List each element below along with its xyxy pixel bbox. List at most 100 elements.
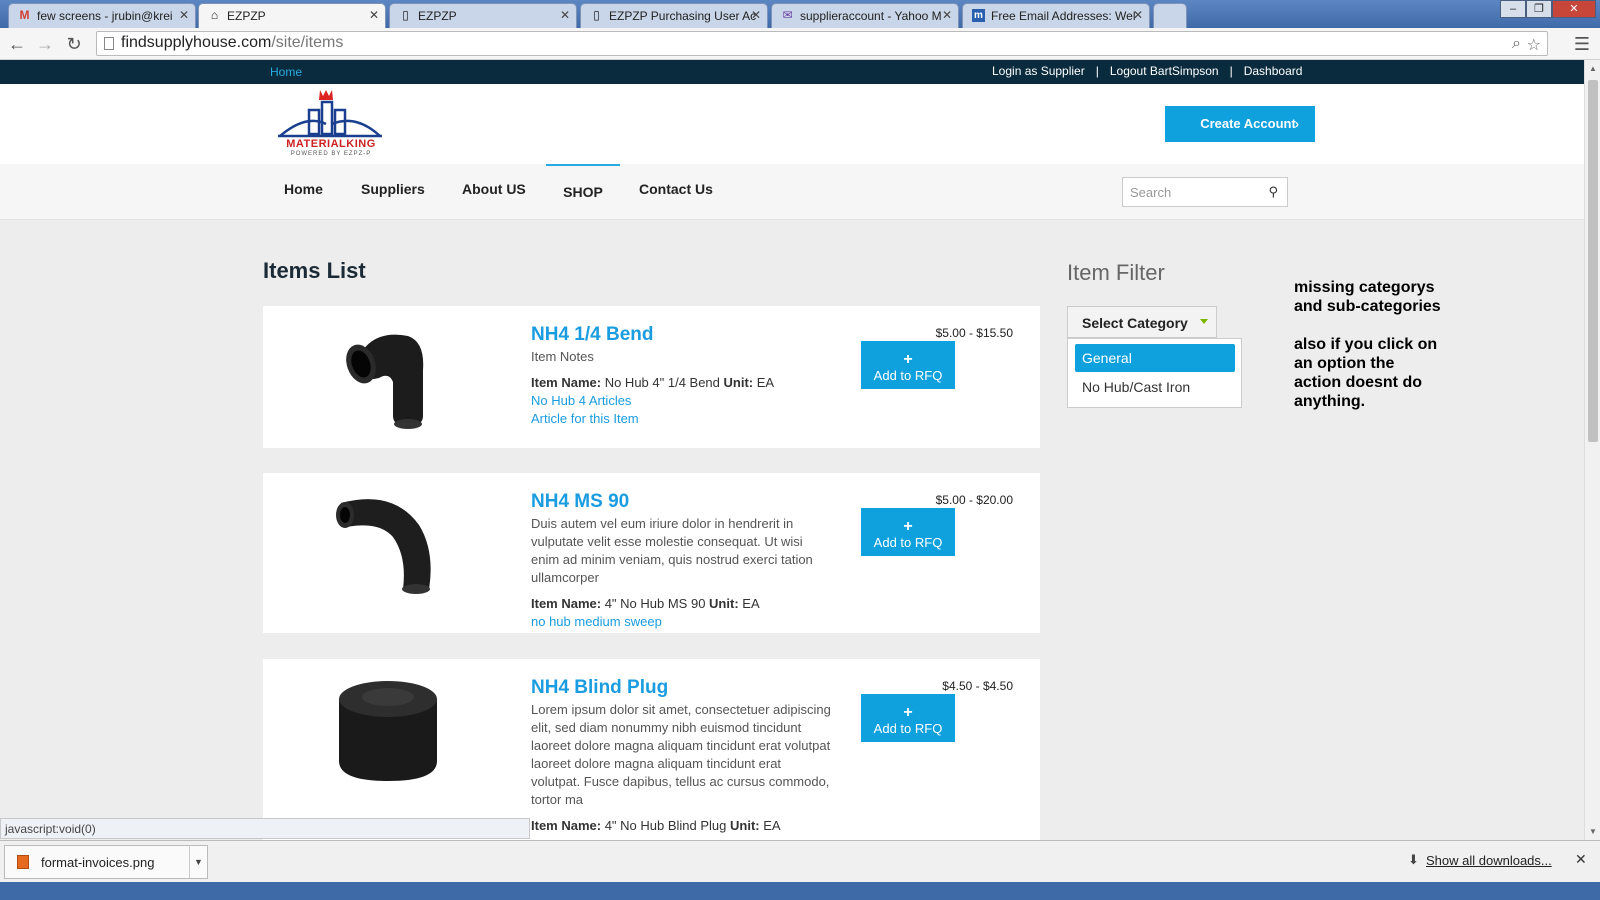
plus-icon: + (903, 704, 913, 721)
back-arrow-icon[interactable]: ← (6, 33, 28, 55)
item-title[interactable]: NH4 1/4 Bend (531, 324, 831, 346)
browser-menu-icon[interactable]: ☰ (1574, 34, 1590, 55)
product-image[interactable] (323, 320, 453, 438)
site-top-bar: Home Login as Supplier | Logout BartSimp… (0, 60, 1584, 84)
unit-value: EA (763, 818, 781, 833)
site-header: MATERIALKING POWERED BY EZPZ-P Create Ac… (0, 84, 1584, 164)
logout-link[interactable]: Logout BartSimpson (1110, 64, 1219, 78)
address-bar[interactable]: findsupplyhouse.com/site/items ⌕ ☆ (96, 31, 1548, 56)
download-arrow-icon: ⬇ (1408, 852, 1419, 867)
item-article-link[interactable]: No Hub 4 Articles (531, 392, 831, 410)
tab-label: EZPZP (418, 9, 457, 23)
dashboard-link[interactable]: Dashboard (1244, 64, 1303, 78)
browser-tab-ezpzp[interactable]: ▯ EZPZP ✕ (389, 3, 577, 28)
login-as-supplier-link[interactable]: Login as Supplier (992, 64, 1085, 78)
chevron-down-icon[interactable]: ▼ (189, 846, 207, 878)
item-name-value: 4" No Hub MS 90 (604, 596, 706, 611)
product-image[interactable] (323, 673, 453, 791)
item-name-value: No Hub 4" 1/4 Bend (604, 375, 720, 390)
close-icon[interactable]: ✕ (369, 8, 379, 22)
home-icon: ⌂ (210, 8, 219, 22)
category-option-no-hub[interactable]: No Hub/Cast Iron (1075, 373, 1235, 401)
tab-label: supplieraccount - Yahoo M (800, 9, 942, 23)
browser-tab-strip: M few screens - jrubin@krei ✕ ⌂ EZPZP ✕ … (0, 0, 1600, 28)
close-icon[interactable]: ✕ (1575, 851, 1587, 868)
category-dropdown: General No Hub/Cast Iron (1067, 338, 1242, 408)
item-filter-title: Item Filter (1067, 260, 1165, 285)
taskbar-strip (0, 882, 1600, 900)
close-icon[interactable]: ✕ (1133, 8, 1143, 22)
page-scrollbar[interactable]: ▲ ▼ (1584, 60, 1600, 840)
browser-tab-ezpzp-active[interactable]: ⌂ EZPZP ✕ (198, 3, 386, 28)
search-icon[interactable]: ⚲ (1268, 184, 1278, 200)
item-description: Item Notes (531, 349, 594, 364)
window-close-icon[interactable]: ✕ (1552, 0, 1596, 18)
close-icon[interactable]: ✕ (751, 8, 761, 22)
close-icon[interactable]: ✕ (942, 8, 952, 22)
materialking-logo[interactable]: MATERIALKING POWERED BY EZPZ-P (276, 86, 386, 162)
add-to-rfq-button[interactable]: + Add to RFQ (861, 341, 955, 389)
logo-text: MATERIALKING (286, 138, 376, 150)
annotation-line: missing categorys and sub-categories (1294, 279, 1441, 315)
item-title[interactable]: NH4 MS 90 (531, 491, 831, 513)
restore-icon[interactable]: ❐ (1526, 0, 1552, 18)
status-bar: javascript:void(0) (0, 818, 530, 839)
top-links: Login as Supplier | Logout BartSimpson |… (992, 64, 1302, 78)
category-option-general[interactable]: General (1075, 344, 1235, 372)
create-account-button[interactable]: Create Account › (1165, 106, 1315, 142)
plus-icon: + (903, 351, 913, 368)
download-filename: format-invoices.png (41, 855, 155, 870)
browser-toolbar: ← → ↻ findsupplyhouse.com/site/items ⌕ ☆… (0, 28, 1600, 60)
item-card: NH4 Blind Plug Lorem ipsum dolor sit ame… (263, 659, 1040, 840)
browser-tab-free-email[interactable]: m Free Email Addresses: Wel ✕ (962, 3, 1150, 28)
item-name-label: Item Name: (531, 818, 602, 833)
search-placeholder: Search (1130, 185, 1172, 200)
browser-tab-yahoo[interactable]: ✉ supplieraccount - Yahoo M ✕ (771, 3, 959, 28)
browser-tab-gmail[interactable]: M few screens - jrubin@krei ✕ (8, 3, 196, 28)
add-to-rfq-label: Add to RFQ (873, 368, 943, 383)
item-title[interactable]: NH4 Blind Plug (531, 677, 831, 699)
plus-icon: + (903, 518, 913, 535)
search-input[interactable]: Search ⚲ (1122, 177, 1288, 207)
reload-icon[interactable]: ↻ (63, 33, 85, 55)
page-icon: ▯ (402, 8, 409, 22)
download-shelf: format-invoices.png ▼ ⬇ Show all downloa… (0, 840, 1600, 882)
top-home-link[interactable]: Home (270, 65, 302, 79)
new-tab-button[interactable] (1153, 3, 1187, 28)
scroll-up-icon[interactable]: ▲ (1589, 64, 1597, 73)
category-select[interactable]: Select Category (1067, 306, 1217, 338)
item-article-link[interactable]: no hub medium sweep (531, 613, 831, 631)
nav-about-us[interactable]: About US (462, 181, 526, 197)
close-icon[interactable]: ✕ (179, 8, 189, 22)
item-card: NH4 1/4 Bend Item Notes Item Name: No Hu… (263, 306, 1040, 448)
forward-arrow-icon[interactable]: → (34, 33, 56, 55)
window-controls: – ❐ ✕ (1500, 0, 1596, 20)
price-range: $5.00 - $20.00 (935, 493, 1013, 507)
item-name-label: Item Name: (531, 596, 602, 611)
nav-shop[interactable]: SHOP (546, 164, 620, 200)
bookmark-star-icon[interactable]: ☆ (1527, 35, 1541, 55)
category-select-label: Select Category (1082, 315, 1188, 331)
show-all-downloads-link[interactable]: Show all downloads... (1426, 853, 1552, 868)
download-item[interactable]: format-invoices.png ▼ (4, 845, 208, 879)
scrollbar-thumb[interactable] (1588, 80, 1598, 442)
scroll-down-icon[interactable]: ▼ (1589, 827, 1597, 836)
nav-home[interactable]: Home (284, 181, 323, 197)
close-icon[interactable]: ✕ (560, 8, 570, 22)
yahoo-mail-icon: ✉ (782, 8, 793, 22)
minimize-icon[interactable]: – (1500, 0, 1526, 18)
add-to-rfq-label: Add to RFQ (873, 721, 943, 736)
product-image[interactable] (323, 485, 453, 603)
item-article-link[interactable]: Article for this Item (531, 410, 831, 428)
browser-tab-purchasing[interactable]: ▯ EZPZP Purchasing User Ac ✕ (580, 3, 768, 28)
add-to-rfq-button[interactable]: + Add to RFQ (861, 508, 955, 556)
zoom-icon[interactable]: ⌕ (1512, 35, 1521, 53)
divider: | (1229, 64, 1233, 78)
nav-contact-us[interactable]: Contact Us (639, 181, 713, 197)
tab-label: few screens - jrubin@krei (37, 9, 173, 23)
create-account-label: Create Account (1200, 116, 1296, 131)
add-to-rfq-button[interactable]: + Add to RFQ (861, 694, 955, 742)
unit-value: EA (742, 596, 760, 611)
nav-suppliers[interactable]: Suppliers (361, 181, 425, 197)
unit-label: Unit: (723, 375, 754, 390)
